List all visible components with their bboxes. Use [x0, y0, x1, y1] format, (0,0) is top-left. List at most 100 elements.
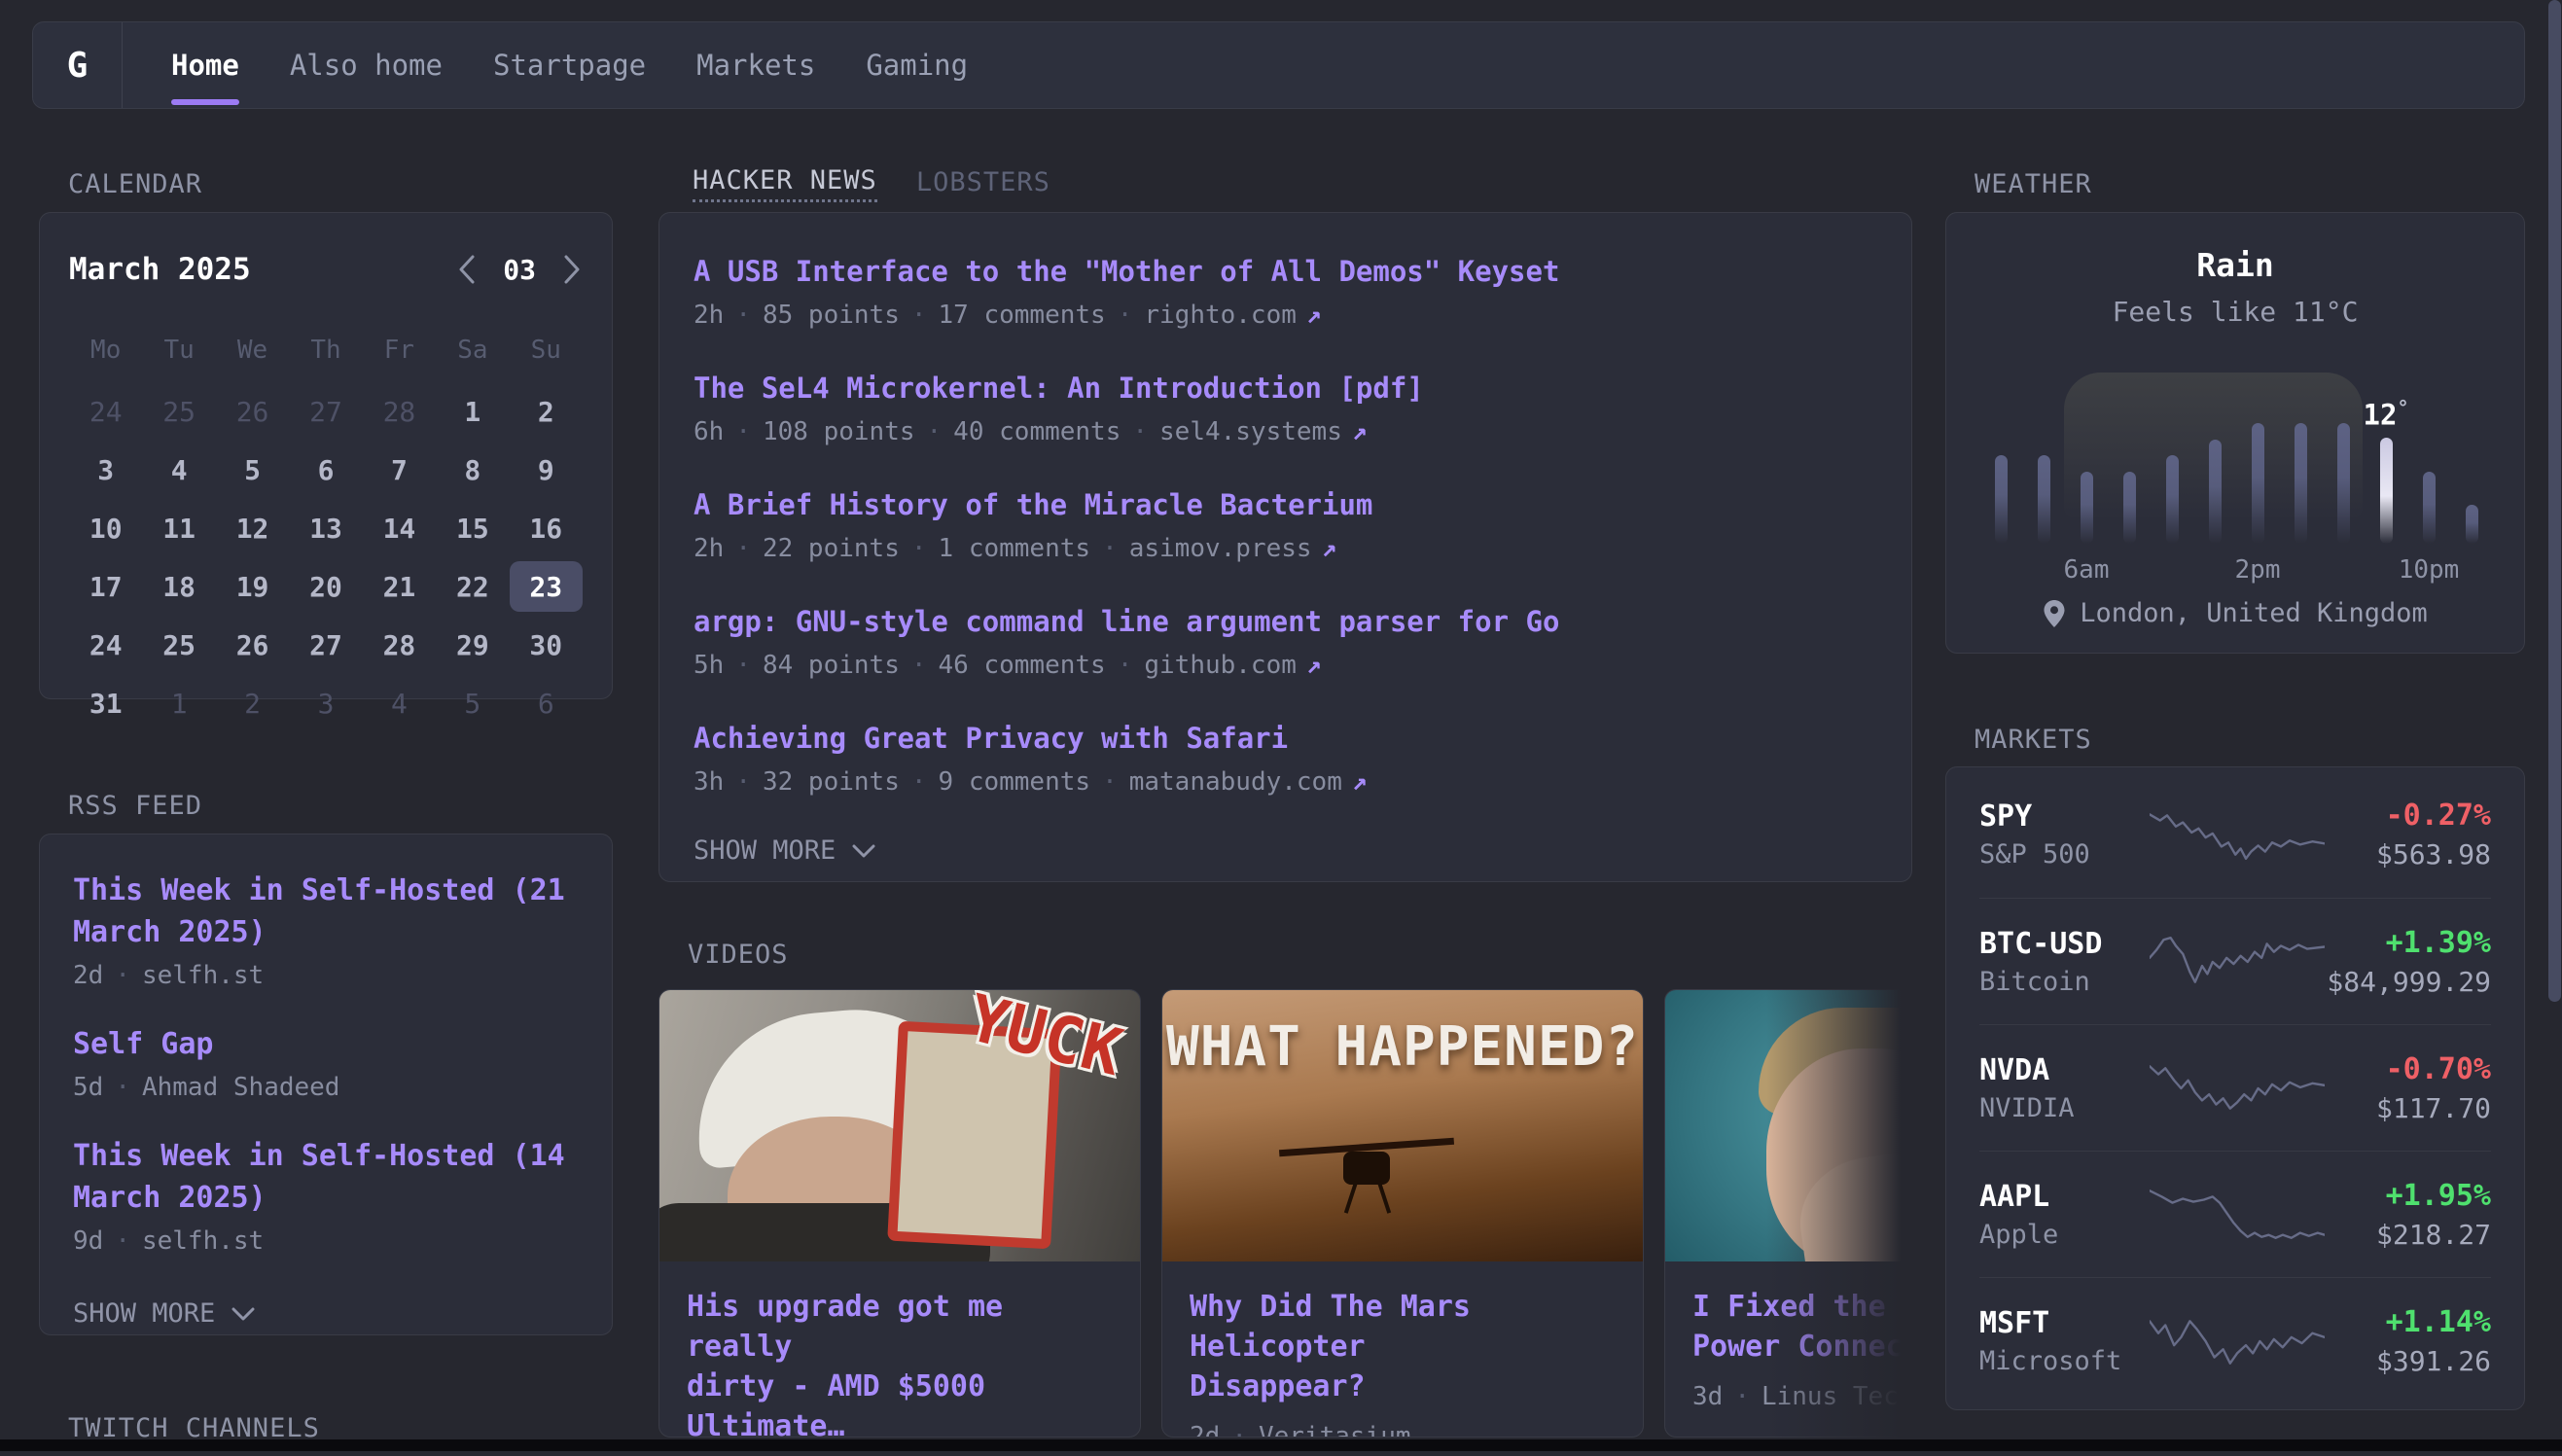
list-item: argp: GNU-style command line argument pa… — [694, 602, 1877, 680]
meta-part: 108 points — [763, 417, 915, 446]
item-meta: 3h·32 points·9 comments·matanabudy.com↗ — [694, 767, 1877, 797]
nav-item-also-home[interactable]: Also home — [290, 22, 443, 108]
nav-item-gaming[interactable]: Gaming — [866, 22, 968, 108]
videos-carousel: YUCKHis upgrade got me reallydirty - AMD… — [658, 989, 1912, 1439]
rss-widget: This Week in Self-Hosted (21March 2025)2… — [39, 834, 613, 1335]
rss-item-link[interactable]: Self Gap — [73, 1023, 579, 1065]
market-id: MSFT Microsoft — [1979, 1306, 2150, 1376]
meta-separator-dot: · — [1723, 1382, 1761, 1411]
meta-separator-dot: · — [724, 301, 763, 330]
list-item: A USB Interface to the "Mother of All De… — [694, 252, 1877, 330]
news-item-link[interactable]: Achieving Great Privacy with Safari — [694, 719, 1877, 758]
weather-location: London, United Kingdom — [1946, 598, 2524, 628]
market-name: Microsoft — [1979, 1346, 2150, 1376]
calendar-day: 4 — [142, 444, 215, 495]
news-item-link[interactable]: argp: GNU-style command line argument pa… — [694, 602, 1877, 641]
weather-bar — [2123, 472, 2136, 544]
tab-lobsters[interactable]: LOBSTERS — [916, 167, 1050, 201]
center-column: HACKER NEWS LOBSTERS A USB Interface to t… — [658, 156, 1912, 1439]
calendar-day: 9 — [510, 444, 583, 495]
calendar-day: 6 — [510, 678, 583, 728]
calendar-day: 28 — [363, 386, 436, 437]
calendar-day: 1 — [436, 386, 509, 437]
meta-part: 6h — [694, 417, 724, 446]
market-sparkline — [2150, 932, 2325, 992]
source-domain-link[interactable]: github.com — [1144, 651, 1297, 680]
market-row: BTC-USDBitcoin+1.39%$84,999.29 — [1979, 898, 2491, 1024]
nav-item-home[interactable]: Home — [171, 22, 239, 108]
news-show-more-button[interactable]: SHOW MORE — [694, 835, 1877, 866]
video-card[interactable]: WHAT HAPPENED? Why Did The Mars Helicopte… — [1161, 989, 1644, 1438]
nav-item-startpage[interactable]: Startpage — [493, 22, 646, 108]
market-price: $117.70 — [2325, 1092, 2491, 1124]
calendar-day: 7 — [363, 444, 436, 495]
source-domain-link[interactable]: matanabudy.com — [1129, 767, 1342, 797]
video-title-link[interactable]: His upgrade got me reallydirty - AMD $50… — [687, 1287, 1113, 1438]
calendar-day: 10 — [69, 503, 142, 553]
nav-item-markets[interactable]: Markets — [696, 22, 815, 108]
meta-part: 3d — [1692, 1382, 1723, 1411]
rss-item-link[interactable]: This Week in Self-Hosted (14March 2025) — [73, 1135, 579, 1219]
market-symbol-link[interactable]: AAPL — [1979, 1180, 2150, 1214]
calendar-day: 6 — [289, 444, 362, 495]
news-item-link[interactable]: The SeL4 Microkernel: An Introduction [p… — [694, 369, 1877, 408]
meta-separator-dot: · — [724, 417, 763, 446]
helicopter-leg-shape — [1377, 1181, 1391, 1214]
item-meta: 9d·selfh.st — [73, 1226, 579, 1256]
navbar: G HomeAlso homeStartpageMarketsGaming — [32, 21, 2525, 109]
tab-hacker-news[interactable]: HACKER NEWS — [693, 165, 877, 202]
source-domain-link[interactable]: sel4.systems — [1159, 417, 1342, 446]
video-title-link[interactable]: Why Did The Mars HelicopterDisappear? — [1190, 1287, 1616, 1406]
time-axis-label: 10pm — [2399, 555, 2460, 585]
calendar-day: 30 — [510, 620, 583, 670]
meta-part: 9d — [73, 1226, 103, 1256]
calendar-prev-button[interactable] — [456, 253, 478, 286]
calendar-day: 5 — [436, 678, 509, 728]
meta-separator-dot: · — [724, 767, 763, 797]
calendar-day: 12 — [216, 503, 289, 553]
market-symbol-link[interactable]: SPY — [1979, 799, 2150, 834]
meta-part: 5d — [73, 1073, 103, 1102]
time-axis-label: 2pm — [2235, 555, 2281, 585]
source-domain-link[interactable]: righto.com — [1144, 301, 1297, 330]
sparkline-chart — [2150, 1311, 2325, 1371]
calendar-day: 29 — [436, 620, 509, 670]
calendar-day: 4 — [363, 678, 436, 728]
calendar-grid: 2425262728123456789101112131415161718192… — [69, 386, 583, 728]
market-symbol-link[interactable]: NVDA — [1979, 1053, 2150, 1087]
market-id: BTC-USDBitcoin — [1979, 927, 2150, 997]
page-scrollbar-thumb[interactable] — [2548, 0, 2561, 1002]
video-card[interactable]: DOTHTI Fixed the 5Power Connect3d·Linus … — [1664, 989, 1912, 1438]
list-item: A Brief History of the Miracle Bacterium… — [694, 485, 1877, 563]
video-card[interactable]: YUCKHis upgrade got me reallydirty - AMD… — [658, 989, 1141, 1438]
source-domain-link[interactable]: asimov.press — [1129, 534, 1312, 563]
meta-part: 32 points — [763, 767, 900, 797]
market-values: +1.14%$391.26 — [2325, 1305, 2491, 1377]
weekday-label: Mo — [69, 336, 142, 365]
video-title-link[interactable]: I Fixed the 5Power Connect — [1692, 1287, 1912, 1367]
calendar-next-button[interactable] — [561, 253, 583, 286]
market-symbol-link[interactable]: MSFT — [1979, 1306, 2150, 1340]
weather-bar — [2423, 472, 2436, 544]
weather-bar — [2081, 472, 2093, 544]
calendar-day: 5 — [216, 444, 289, 495]
video-thumbnail: WHAT HAPPENED? — [1162, 990, 1643, 1261]
location-pin-icon — [2043, 599, 2066, 628]
meta-part: 22 points — [763, 534, 900, 563]
market-symbol-link[interactable]: BTC-USD — [1979, 927, 2150, 961]
meta-part: 85 points — [763, 301, 900, 330]
news-item-link[interactable]: A Brief History of the Miracle Bacterium — [694, 485, 1877, 524]
external-link-icon: ↗ — [1342, 417, 1368, 446]
list-item: Achieving Great Privacy with Safari3h·32… — [694, 719, 1877, 797]
meta-separator-dot: · — [103, 1073, 142, 1102]
market-change: +1.14% — [2325, 1305, 2491, 1339]
news-item-link[interactable]: A USB Interface to the "Mother of All De… — [694, 252, 1877, 291]
meta-separator-dot: · — [900, 301, 939, 330]
video-card-body: I Fixed the 5Power Connect3d·Linus Tec — [1665, 1261, 1912, 1437]
weather-bar — [2166, 455, 2179, 544]
calendar-day: 1 — [142, 678, 215, 728]
meta-separator-dot: · — [1090, 534, 1129, 563]
rss-item-link[interactable]: This Week in Self-Hosted (21March 2025) — [73, 870, 579, 953]
rss-show-more-button[interactable]: SHOW MORE — [73, 1298, 579, 1329]
calendar-day: 13 — [289, 503, 362, 553]
